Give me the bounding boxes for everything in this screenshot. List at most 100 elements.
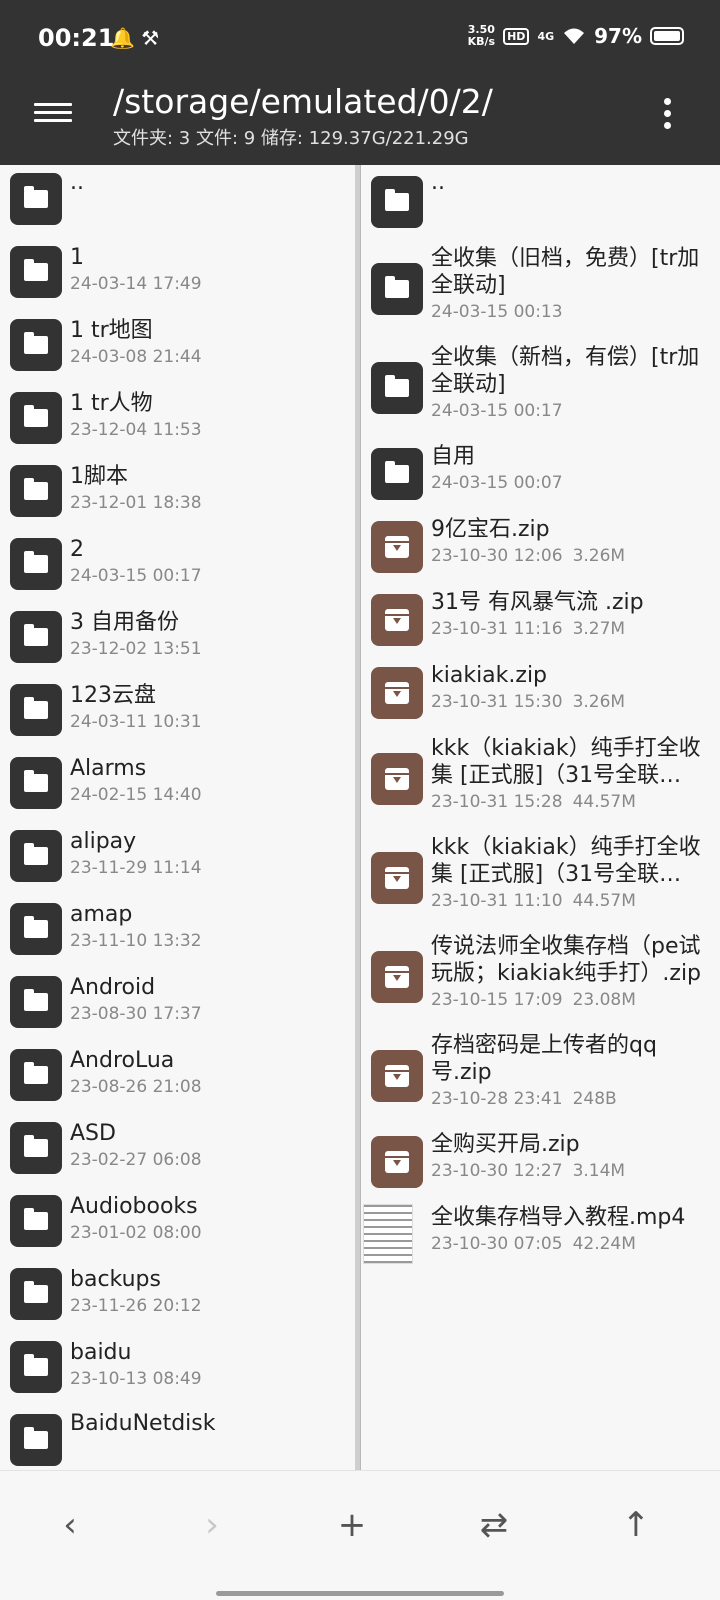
file-name: 123云盘 — [70, 683, 156, 708]
file-meta: 23-10-30 12:06 3.26M — [431, 545, 712, 567]
file-name: 全收集（新档，有偿）[tr加全联动] — [431, 345, 700, 397]
list-item[interactable]: 1 tr人物 23-12-04 11:53 — [0, 384, 355, 457]
list-item[interactable]: 9亿宝石.zip 23-10-30 12:06 3.26M — [361, 510, 720, 583]
archive-icon — [371, 593, 423, 646]
folder-icon — [10, 757, 62, 809]
more-options-icon[interactable] — [664, 98, 672, 130]
file-date: 23-10-15 17:09 — [431, 990, 563, 1010]
battery-icon — [650, 27, 684, 45]
list-item[interactable]: 31号 有风暴气流 .zip 23-10-31 11:16 3.27M — [361, 583, 720, 656]
list-item[interactable]: 自用 24-03-15 00:07 — [361, 437, 720, 510]
left-file-pane[interactable]: .. 1 24-03-14 17:49 1 tr地图 24-03-08 21:44 1 t… — [0, 165, 355, 1470]
folder-icon — [10, 319, 62, 371]
add-button[interactable]: + — [322, 1495, 382, 1555]
file-date: 23-10-31 11:10 — [431, 891, 563, 911]
file-date: 23-10-30 12:27 — [431, 1161, 563, 1181]
list-item[interactable]: 存档密码是上传者的qq号.zip 23-10-28 23:41 248B — [361, 1026, 720, 1125]
file-name: .. — [431, 170, 445, 195]
list-item[interactable]: kkk（kiakiak）纯手打全收集 [正式服]（31号全联动）.zip 23-1… — [361, 828, 720, 927]
right-file-pane[interactable]: .. 全收集（旧档，免费）[tr加全联动] 24-03-15 00:13 全收集（新档… — [361, 165, 720, 1470]
list-item[interactable]: .. — [0, 165, 355, 238]
bottom-toolbar: ‹ › + ⇄ ↑ — [0, 1470, 720, 1600]
forward-button[interactable]: › — [182, 1495, 242, 1555]
folder-icon — [10, 1049, 62, 1101]
file-meta: 23-10-15 17:09 23.08M — [431, 989, 712, 1011]
file-name: Alarms — [70, 756, 147, 781]
list-item[interactable]: 全购买开局.zip 23-10-30 12:27 3.14M — [361, 1125, 720, 1198]
swap-panes-button[interactable]: ⇄ — [464, 1495, 524, 1555]
file-name: 全收集存档导入教程.mp4 — [431, 1205, 686, 1230]
file-date: 24-03-08 21:44 — [70, 347, 202, 367]
list-item[interactable]: 1 tr地图 24-03-08 21:44 — [0, 311, 355, 384]
file-meta: 23-10-31 11:16 3.27M — [431, 618, 712, 640]
file-name: .. — [70, 170, 84, 195]
file-date: 23-10-13 08:49 — [70, 1369, 202, 1389]
file-date: 23-11-29 11:14 — [70, 858, 202, 878]
file-name: 全购买开局.zip — [431, 1132, 580, 1157]
list-item[interactable]: 1脚本 23-12-01 18:38 — [0, 457, 355, 530]
file-name: 3 自用备份 — [70, 610, 179, 635]
file-name: amap — [70, 902, 133, 927]
file-size: 44.57M — [572, 891, 636, 911]
folder-icon — [10, 830, 62, 882]
list-item[interactable]: 全收集（旧档，免费）[tr加全联动] 24-03-15 00:13 — [361, 239, 720, 338]
list-item[interactable]: 3 自用备份 23-12-02 13:51 — [0, 603, 355, 676]
list-item[interactable]: amap 23-11-10 13:32 — [0, 895, 355, 968]
file-date: 24-03-15 00:13 — [431, 302, 563, 322]
file-size: 3.26M — [572, 546, 626, 566]
list-item[interactable]: alipay 23-11-29 11:14 — [0, 822, 355, 895]
list-item[interactable]: 1 24-03-14 17:49 — [0, 238, 355, 311]
home-indicator[interactable] — [216, 1591, 504, 1596]
list-item[interactable]: kiakiak.zip 23-10-31 15:30 3.26M — [361, 656, 720, 729]
file-name: Audiobooks — [70, 1194, 198, 1219]
menu-icon[interactable] — [34, 98, 72, 128]
file-name: 自用 — [431, 444, 476, 469]
archive-icon — [371, 520, 423, 573]
list-item[interactable]: kkk（kiakiak）纯手打全收集 [正式服]（31号全联动）.zip 23-1… — [361, 729, 720, 828]
folder-icon — [10, 1341, 62, 1393]
file-date: 23-12-01 18:38 — [70, 493, 202, 513]
file-date: 24-03-15 00:17 — [431, 401, 563, 421]
file-date: 24-02-15 14:40 — [70, 785, 202, 805]
folder-icon — [10, 246, 62, 298]
folder-icon — [10, 684, 62, 736]
signal-icon: 4G — [537, 29, 555, 43]
folder-icon — [10, 173, 62, 225]
file-name: 传说法师全收集存档（pe试玩版；kiakiak纯手打）.zip — [431, 934, 702, 986]
file-date: 23-08-26 21:08 — [70, 1077, 202, 1097]
list-item[interactable]: baidu 23-10-13 08:49 — [0, 1333, 355, 1406]
list-item[interactable]: Audiobooks 23-01-02 08:00 — [0, 1187, 355, 1260]
list-item[interactable]: backups 23-11-26 20:12 — [0, 1260, 355, 1333]
file-date: 23-10-28 23:41 — [431, 1089, 563, 1109]
list-item[interactable]: 全收集存档导入教程.mp4 23-10-30 07:05 42.24M — [361, 1198, 720, 1271]
back-button[interactable]: ‹ — [40, 1495, 100, 1555]
folder-icon — [10, 1414, 62, 1466]
list-item[interactable]: BaiduNetdisk — [0, 1406, 355, 1470]
list-item[interactable]: ASD 23-02-27 06:08 — [0, 1114, 355, 1187]
list-item[interactable]: AndroLua 23-08-26 21:08 — [0, 1041, 355, 1114]
list-item[interactable]: .. — [361, 165, 720, 239]
folder-icon — [10, 1195, 62, 1247]
list-item[interactable]: 全收集（新档，有偿）[tr加全联动] 24-03-15 00:17 — [361, 338, 720, 437]
list-item[interactable]: Android 23-08-30 17:37 — [0, 968, 355, 1041]
file-date: 23-12-02 13:51 — [70, 639, 202, 659]
list-item[interactable]: Alarms 24-02-15 14:40 — [0, 749, 355, 822]
top-app-bar: /storage/emulated/0/2/ 文件夹: 3 文件: 9 储存: … — [0, 80, 720, 165]
parent-directory-button[interactable]: ↑ — [606, 1495, 666, 1555]
file-date: 23-08-30 17:37 — [70, 1004, 202, 1024]
file-date: 23-01-02 08:00 — [70, 1223, 202, 1243]
current-path: /storage/emulated/0/2/ — [113, 82, 493, 121]
file-date: 24-03-15 00:17 — [70, 566, 202, 586]
file-date: 23-10-31 15:30 — [431, 692, 563, 712]
file-size: 3.14M — [572, 1161, 626, 1181]
file-meta: 23-10-30 12:27 3.14M — [431, 1160, 712, 1182]
file-name: 31号 有风暴气流 .zip — [431, 590, 644, 615]
file-name: kkk（kiakiak）纯手打全收集 [正式服]（31号全联动）.zip — [431, 835, 701, 887]
file-date: 23-10-31 15:28 — [431, 792, 563, 812]
list-item[interactable]: 123云盘 24-03-11 10:31 — [0, 676, 355, 749]
folder-icon — [10, 1122, 62, 1174]
file-name: 9亿宝石.zip — [431, 517, 550, 542]
list-item[interactable]: 2 24-03-15 00:17 — [0, 530, 355, 603]
status-right-group: 3.50 KB/s HD 4G 97% — [468, 24, 684, 48]
list-item[interactable]: 传说法师全收集存档（pe试玩版；kiakiak纯手打）.zip 23-10-15 … — [361, 927, 720, 1026]
